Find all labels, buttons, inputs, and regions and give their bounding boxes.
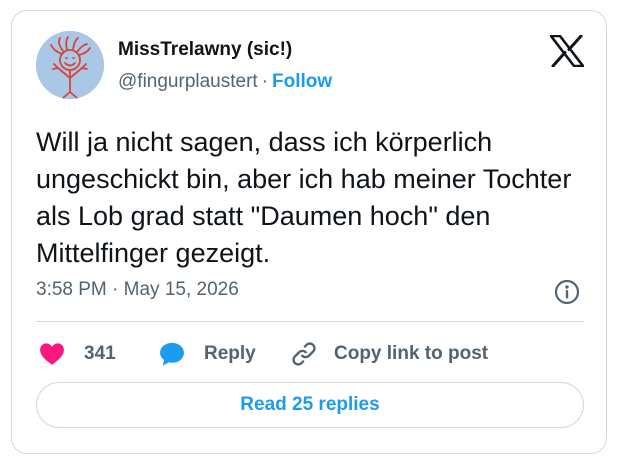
like-button[interactable]: 341 [38, 339, 116, 369]
author-handle[interactable]: @fingurplaustert [118, 71, 258, 92]
avatar-drawing-icon [36, 31, 104, 99]
tweet-text: Will ja nicht sagen, dass ich körperlich… [36, 127, 572, 268]
x-logo-icon[interactable] [549, 34, 585, 68]
divider [36, 321, 584, 322]
read-replies-button[interactable]: Read 25 replies [36, 382, 584, 428]
tweet-timestamp[interactable]: 3:58 PM · May 15, 2026 [36, 279, 239, 301]
copy-link-button[interactable]: Copy link to post [290, 339, 488, 369]
read-replies-label: Read 25 replies [240, 394, 380, 415]
speech-bubble-icon [160, 342, 184, 366]
reply-label: Reply [204, 343, 256, 364]
separator-dot: · [261, 71, 269, 92]
info-icon[interactable] [554, 279, 580, 305]
reply-button[interactable]: Reply [158, 339, 256, 369]
tweet-card: MissTrelawny (sic!) @fingurplaustert · Fol… [11, 10, 607, 454]
heart-icon [40, 343, 64, 365]
copy-link-label: Copy link to post [334, 343, 489, 364]
author-handle-row: @fingurplaustert · Follow [118, 71, 332, 93]
author-name[interactable]: MissTrelawny (sic!) [118, 39, 292, 61]
link-icon [292, 342, 316, 366]
avatar[interactable] [36, 31, 104, 99]
like-count: 341 [84, 343, 116, 364]
follow-button[interactable]: Follow [272, 71, 332, 92]
